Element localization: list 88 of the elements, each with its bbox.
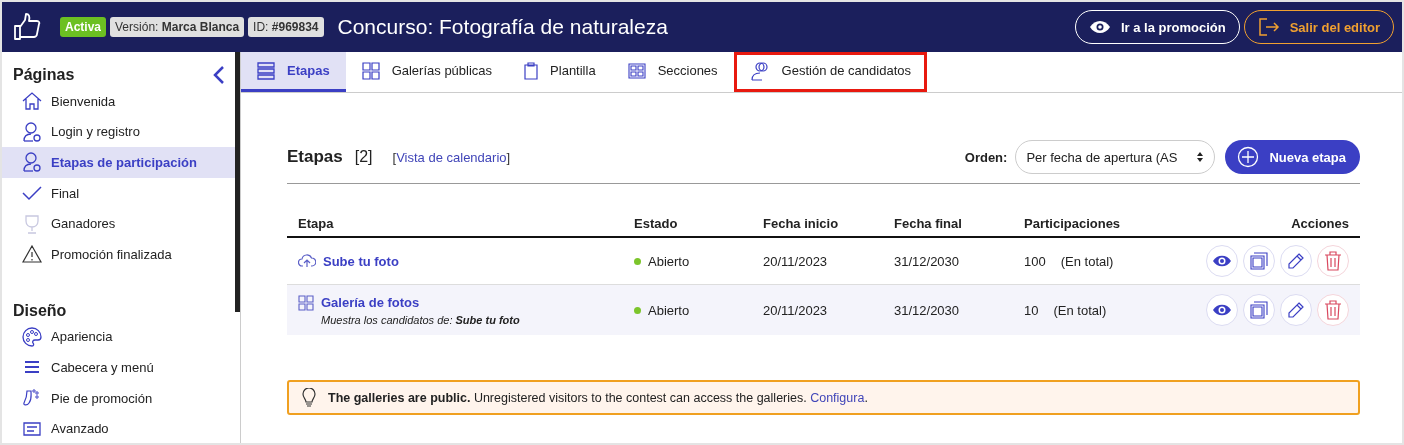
- duplicate-button[interactable]: [1243, 294, 1275, 326]
- grid-icon: [361, 61, 380, 80]
- trophy-icon: [22, 213, 42, 234]
- cloud-upload-icon: [298, 254, 316, 268]
- column-header: Estado: [634, 215, 679, 231]
- section-title: Etapas: [287, 147, 343, 167]
- sidebar-section-title: Diseño: [13, 301, 67, 320]
- layout-icon: [627, 62, 646, 79]
- tab[interactable]: Galerías públicas: [345, 52, 509, 92]
- users-icon: [749, 60, 770, 81]
- order-label: Orden:: [964, 149, 1008, 165]
- stage-description: Muestra los candidatos de: Sube tu foto: [320, 313, 521, 326]
- status-badge: Activa: [60, 17, 107, 37]
- duplicate-button[interactable]: [1243, 245, 1275, 277]
- copy-icon: [1250, 301, 1268, 319]
- sidebar-item[interactable]: Etapas de participación: [2, 147, 235, 178]
- exit-icon: [1257, 17, 1280, 37]
- sidebar-section-title: Páginas: [13, 66, 75, 84]
- bracket: ]: [506, 149, 511, 165]
- stage-count: [2]: [354, 148, 373, 166]
- sidebar-item[interactable]: Login y registro: [2, 116, 235, 148]
- grid-icon: [298, 294, 314, 311]
- trash-icon: [1324, 300, 1342, 320]
- eye-icon: [1212, 304, 1232, 316]
- view-button[interactable]: [1206, 294, 1238, 326]
- sidebar-item[interactable]: Apariencia: [2, 321, 235, 353]
- tab[interactable]: Secciones: [611, 52, 734, 92]
- stage-name-link[interactable]: Galería de fotos: [321, 295, 420, 310]
- bracket: [: [392, 149, 397, 165]
- table-cell-text: 31/12/2030: [894, 302, 961, 318]
- new-stage-button[interactable]: Nueva etapa: [1225, 140, 1360, 174]
- delete-button[interactable]: [1317, 245, 1349, 277]
- palette-icon: [22, 326, 42, 347]
- view-button[interactable]: [1206, 245, 1238, 277]
- participation-note: (En total): [1053, 302, 1107, 318]
- document-icon: [22, 421, 42, 436]
- tab[interactable]: Etapas: [241, 52, 346, 92]
- menu-icon: [22, 360, 42, 375]
- sidebar-item[interactable]: Cabecera y menú: [2, 352, 235, 383]
- table-cell-text: 20/11/2023: [763, 253, 829, 269]
- sidebar-item[interactable]: Ganadores: [2, 208, 235, 239]
- contest-title: Concurso: Fotografía de naturaleza: [337, 15, 668, 39]
- eye-icon: [1088, 20, 1111, 34]
- column-header: Fecha final: [894, 215, 963, 231]
- list-icon: [257, 61, 275, 80]
- pencil-icon: [1287, 301, 1305, 319]
- check-icon: [22, 185, 42, 202]
- participation-count: 10: [1024, 302, 1039, 318]
- foot-icon: [22, 388, 42, 409]
- column-header: Fecha inicio: [763, 215, 840, 231]
- calendar-view-link[interactable]: Vista de calendario: [396, 149, 507, 165]
- stage-name-link[interactable]: Sube tu foto: [323, 253, 399, 269]
- sidebar-item[interactable]: Final: [2, 177, 235, 209]
- version-badge: Versión: Marca Blanca: [110, 17, 245, 37]
- sidebar-item[interactable]: Pie de promoción: [2, 382, 235, 414]
- trash-icon: [1324, 251, 1342, 271]
- table-cell-text: 31/12/2030: [894, 253, 961, 269]
- clipboard-icon: [524, 61, 539, 80]
- lightbulb-icon: [302, 387, 316, 408]
- status-text: Abierto: [648, 253, 690, 269]
- user-icon: [22, 152, 42, 173]
- user-icon: [22, 121, 42, 142]
- participation-note: (En total): [1060, 253, 1114, 269]
- sidebar-item[interactable]: Bienvenida: [2, 86, 235, 117]
- column-header: Participaciones: [1024, 215, 1122, 231]
- pencil-icon: [1287, 252, 1305, 270]
- edit-button[interactable]: [1280, 245, 1312, 277]
- delete-button[interactable]: [1317, 294, 1349, 326]
- plus-circle-icon: [1237, 146, 1260, 168]
- sidebar-item[interactable]: Avanzado: [2, 413, 235, 443]
- column-header: Acciones: [1290, 215, 1349, 231]
- sort-arrows-icon: [1196, 151, 1205, 163]
- copy-icon: [1250, 252, 1268, 270]
- status-text: Abierto: [648, 302, 690, 318]
- column-header: Etapa: [298, 215, 335, 231]
- thumbs-up-icon: [12, 12, 42, 42]
- table-cell-text: 20/11/2023: [763, 302, 829, 318]
- chevron-left-icon[interactable]: [213, 66, 225, 84]
- sidebar-item[interactable]: Promoción finalizada: [2, 238, 235, 270]
- info-message: The galleries are public. Unregistered visitors to the contest can access the galleries. Configura.: [328, 390, 868, 405]
- id-badge: ID: #969834: [248, 17, 324, 37]
- tab[interactable]: Plantilla: [508, 52, 612, 92]
- warning-icon: [22, 245, 42, 264]
- participation-count: 100: [1024, 253, 1046, 269]
- edit-button[interactable]: [1280, 294, 1312, 326]
- house-icon: [22, 92, 42, 111]
- tab[interactable]: Gestión de candidatos: [733, 52, 927, 92]
- eye-icon: [1212, 255, 1232, 267]
